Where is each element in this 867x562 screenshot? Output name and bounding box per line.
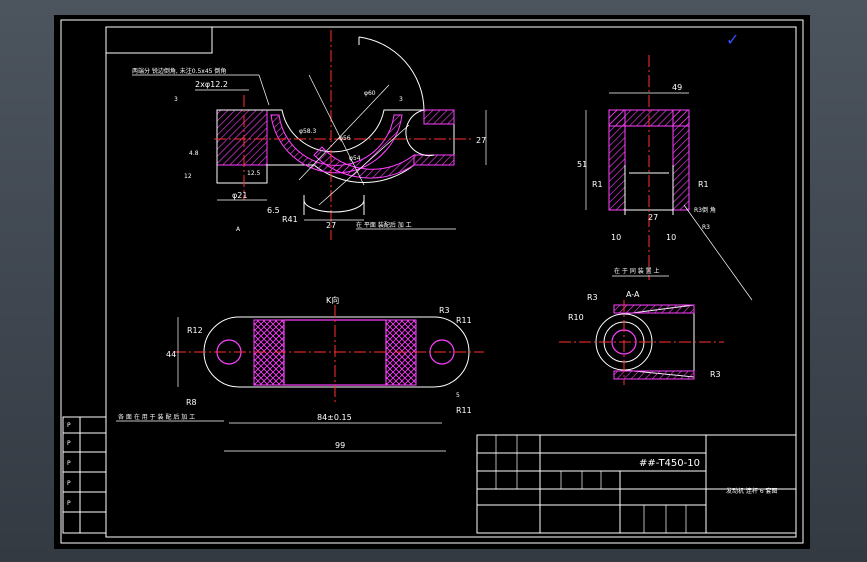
cad-viewer: P P P P P ✓ 两端分 锐边倒角, 未注0.5x45 倒角 2xφ12.…	[0, 0, 867, 562]
note-top-left: 两端分 锐边倒角, 未注0.5x45 倒角	[132, 67, 226, 75]
dim-21: φ21	[232, 191, 247, 200]
side-table-cell: P	[67, 460, 71, 467]
dim-r1a: R1	[592, 180, 603, 189]
section-marker-a: A	[236, 226, 241, 233]
dim-3b: 3	[399, 96, 403, 103]
dim-54: φ54	[349, 155, 361, 162]
dim-84: 84±0.15	[317, 413, 352, 422]
dim-r3e: R3	[710, 370, 721, 379]
drawing-sheet: P P P P P ✓ 两端分 锐边倒角, 未注0.5x45 倒角 2xφ12.…	[54, 15, 810, 549]
k-view: K向 R12 44 R8 R3 R11 R11 5 84±0.15 99 各 面…	[116, 295, 484, 452]
view-k-title: K向	[326, 295, 339, 305]
dim-27a: 27	[326, 221, 336, 230]
dim-125: 12.5	[247, 170, 261, 177]
dim-5: 5	[456, 392, 460, 399]
dim-r3a: R3倒 角	[694, 206, 716, 214]
dim-65: 6.5	[267, 206, 280, 215]
side-table-cell: P	[67, 500, 71, 507]
title-block: ##-T450-10 发动机 连杆 6 套图	[476, 434, 797, 534]
dim-r1b: R1	[698, 180, 709, 189]
dim-r3d: R3	[587, 293, 598, 302]
cad-drawing: P P P P P ✓ 两端分 锐边倒角, 未注0.5x45 倒角 2xφ12.…	[60, 19, 804, 544]
dim-10b: 10	[666, 233, 676, 242]
dim-99: 99	[335, 441, 345, 450]
dim-r11b: R11	[456, 406, 472, 415]
dim-44: 44	[166, 350, 176, 359]
section-aa-title: A-A	[626, 290, 640, 299]
dim-r11a: R11	[456, 316, 472, 325]
dim-27b: 27	[476, 136, 486, 145]
dim-r12: R12	[187, 326, 203, 335]
dim-r10: R10	[568, 313, 584, 322]
side-table-cell: P	[67, 440, 71, 447]
side-table-cell: P	[67, 480, 71, 487]
main-view: 两端分 锐边倒角, 未注0.5x45 倒角 2xφ12.2 3 3 4.8 12…	[132, 30, 487, 240]
dim-48: 4.8	[189, 150, 199, 157]
dim-56: φ56	[339, 135, 351, 142]
note-plane: 在 平面 装配后 加 工	[356, 221, 412, 229]
dim-27c: 27	[648, 213, 658, 222]
dim-60: φ60	[364, 90, 376, 97]
side-table-cell: P	[67, 422, 71, 429]
check-mark-icon: ✓	[726, 30, 739, 49]
top-left-box	[105, 26, 213, 54]
dim-3a: 3	[174, 96, 178, 103]
part-number: ##-T450-10	[639, 458, 700, 469]
part-name: 发动机 连杆 6 套图	[726, 487, 778, 495]
dim-r3b: R3	[702, 224, 710, 231]
dim-r3c: R3	[439, 306, 450, 315]
dim-2x122: 2xφ12.2	[195, 80, 228, 89]
note-k: 各 面 在 用 于 装 配 后 加 工	[118, 413, 195, 421]
section-hatch-left	[216, 109, 268, 166]
dim-r8: R8	[186, 398, 197, 407]
note-assembly: 在 于 同 装 置 上	[614, 267, 660, 275]
dim-49: 49	[672, 83, 682, 92]
section-aa: A-A R3 R10 R3	[559, 290, 724, 385]
dim-583: φ58.3	[299, 128, 317, 135]
dim-r41: R41	[282, 215, 298, 224]
side-table: P P P P P	[62, 416, 107, 534]
side-view: 49 51 R1 R1 27 10 10 R3倒 角 R3 在 于 同 装 置 …	[577, 55, 753, 301]
dim-12: 12	[184, 173, 192, 180]
dim-10a: 10	[611, 233, 621, 242]
